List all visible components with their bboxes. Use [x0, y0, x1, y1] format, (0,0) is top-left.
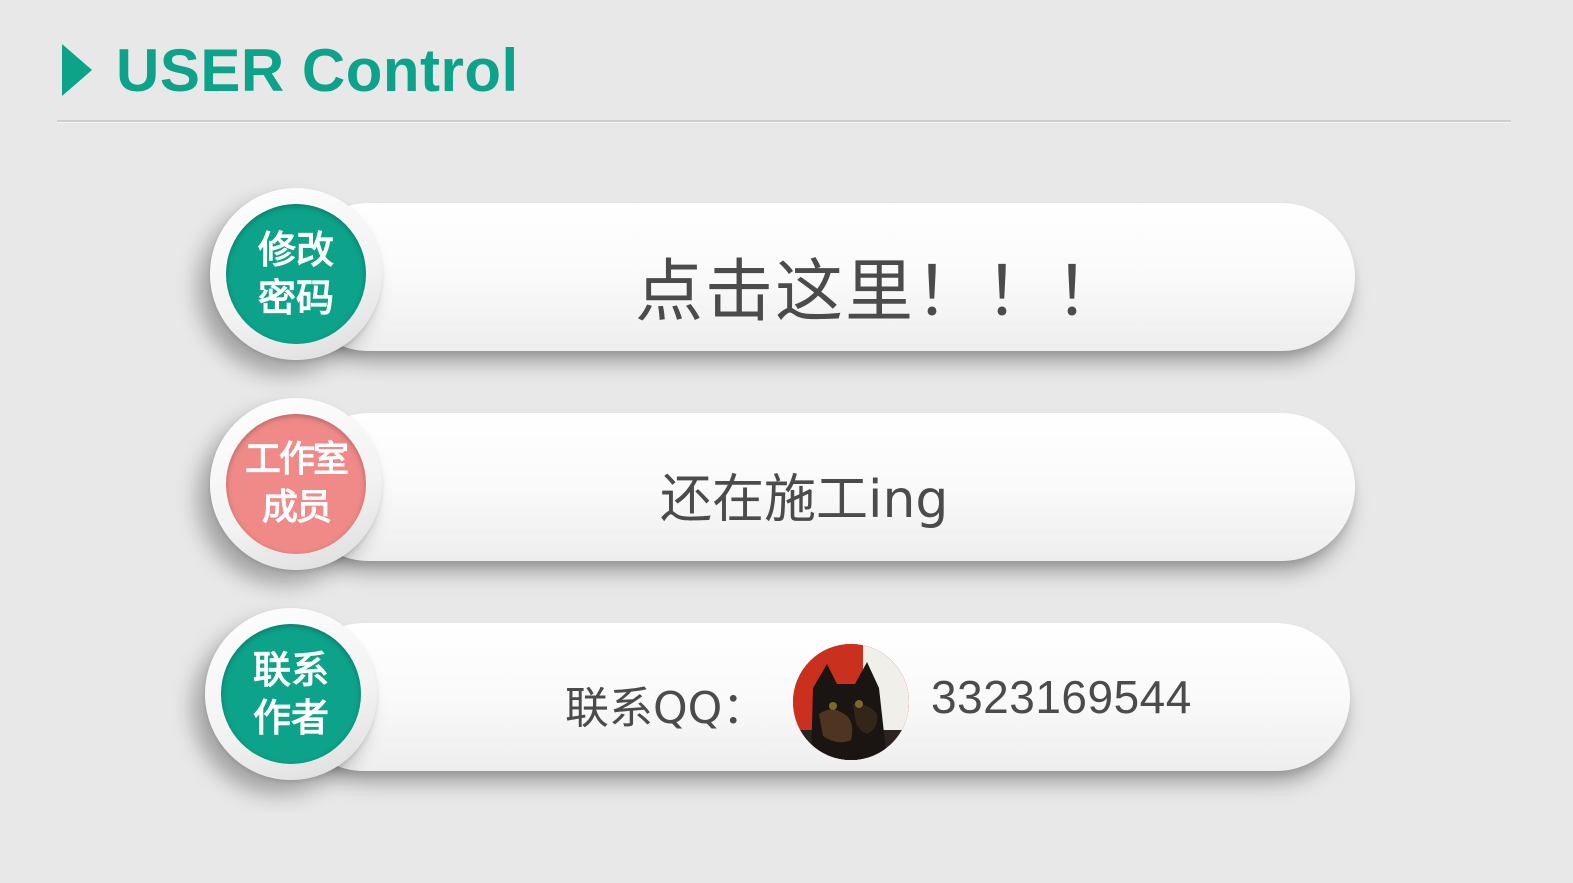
badge-line-1: 工作室: [244, 439, 349, 480]
contact-author-row: 联系QQ： 3323169544 联系 作者: [205, 608, 1360, 788]
header-divider: [57, 120, 1511, 122]
contact-author-badge: 联系 作者: [221, 624, 361, 764]
badge-line-1: 修改: [257, 228, 334, 272]
contact-author-panel[interactable]: 联系QQ： 3323169544: [290, 623, 1350, 771]
qq-number: 3323169544: [931, 671, 1192, 723]
contact-author-badge-ring: 联系 作者: [205, 608, 377, 780]
play-arrow-icon: [62, 44, 92, 96]
badge-line-2: 作者: [252, 696, 329, 740]
studio-members-badge-ring: 工作室 成员: [210, 398, 382, 570]
studio-members-button[interactable]: 还在施工ing: [295, 413, 1355, 561]
change-password-badge: 修改 密码: [226, 204, 366, 344]
studio-members-row: 还在施工ing 工作室 成员: [205, 398, 1360, 578]
change-password-row: 点击这里！！！ 修改 密码: [205, 188, 1360, 368]
contact-qq-label: 联系QQ：: [565, 683, 767, 734]
change-password-badge-ring: 修改 密码: [210, 188, 382, 360]
page-title: USER Control: [116, 36, 519, 104]
studio-members-badge: 工作室 成员: [226, 414, 366, 554]
click-here-label: 点击这里！！！: [635, 253, 1126, 332]
badge-line-1: 联系: [252, 648, 329, 692]
change-password-button[interactable]: 点击这里！！！: [295, 203, 1355, 351]
badge-line-2: 成员: [261, 487, 332, 528]
badge-line-2: 密码: [257, 276, 334, 320]
page-header: USER Control: [62, 30, 519, 110]
cat-avatar-icon: [793, 644, 909, 760]
under-construction-label: 还在施工ing: [660, 470, 949, 530]
